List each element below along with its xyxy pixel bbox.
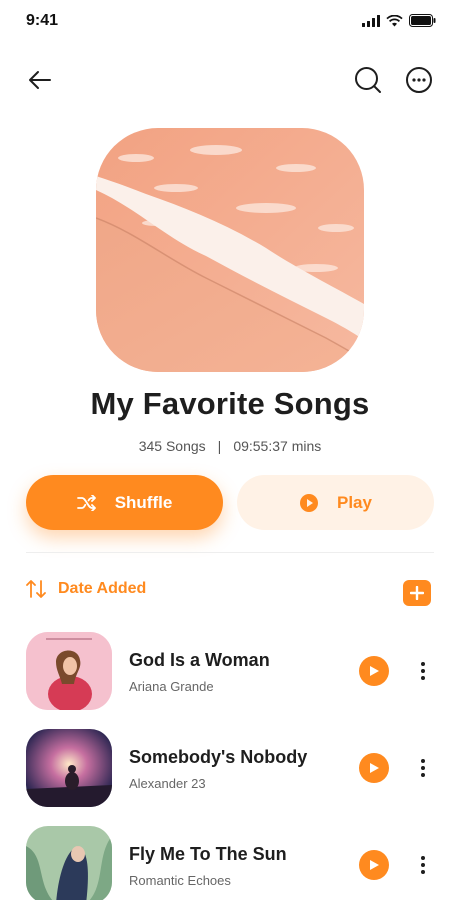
arrow-left-icon (29, 71, 51, 89)
beach-wave-image (96, 128, 364, 372)
song-more-button[interactable] (414, 755, 432, 781)
more-vertical-icon (421, 856, 425, 860)
wifi-icon (386, 14, 403, 26)
play-label: Play (337, 492, 372, 512)
play-icon (370, 666, 379, 676)
song-play-button[interactable] (359, 850, 389, 880)
more-vertical-icon (421, 759, 425, 763)
song-row[interactable]: Somebody's Nobody Alexander 23 (0, 729, 460, 807)
search-button[interactable] (350, 62, 386, 98)
song-count: 345 Songs (138, 438, 206, 454)
song-more-button[interactable] (414, 852, 432, 878)
song-artwork (26, 826, 112, 900)
sort-button[interactable]: Date Added (26, 580, 146, 598)
playlist-cover (96, 128, 364, 372)
song-row[interactable]: God Is a Woman Ariana Grande (0, 632, 460, 710)
song-artwork (26, 632, 112, 710)
signal-icon (362, 14, 380, 27)
song-more-button[interactable] (414, 658, 432, 684)
song-artist: Romantic Echoes (129, 873, 231, 888)
status-bar: 9:41 (0, 0, 460, 44)
more-horizontal-icon (406, 67, 432, 93)
shuffle-icon (76, 494, 96, 511)
divider (26, 552, 434, 553)
more-vertical-icon (421, 662, 425, 666)
play-all-button[interactable]: Play (237, 475, 434, 530)
song-title: Somebody's Nobody (129, 747, 308, 767)
song-row[interactable]: Fly Me To The Sun Romantic Echoes (0, 826, 460, 900)
search-icon (355, 67, 381, 93)
back-button[interactable] (22, 62, 58, 98)
album-art-image (26, 729, 112, 807)
more-button[interactable] (401, 62, 437, 98)
playlist-meta: 345 Songs | 09:55:37 mins (0, 438, 460, 454)
battery-icon (409, 14, 436, 27)
sort-label: Date Added (58, 580, 147, 597)
shuffle-button[interactable]: Shuffle (26, 475, 223, 530)
album-art-image (26, 826, 112, 900)
status-time: 9:41 (26, 12, 59, 29)
song-artwork (26, 729, 112, 807)
playlist-title: My Favorite Songs (90, 386, 370, 421)
song-artist: Ariana Grande (129, 679, 214, 694)
playlist-duration: 09:55:37 mins (233, 438, 322, 454)
shuffle-label: Shuffle (114, 492, 173, 512)
add-song-button[interactable] (403, 580, 431, 606)
song-title: God Is a Woman (129, 650, 270, 670)
plus-icon (410, 586, 424, 600)
play-icon (370, 763, 379, 773)
status-icons (362, 14, 436, 27)
meta-separator: | (217, 438, 222, 454)
album-art-image (26, 632, 112, 710)
song-artist: Alexander 23 (129, 776, 206, 791)
play-icon (370, 860, 379, 870)
song-play-button[interactable] (359, 753, 389, 783)
top-nav (0, 62, 460, 102)
play-circle-icon (300, 493, 318, 512)
song-play-button[interactable] (359, 656, 389, 686)
song-title: Fly Me To The Sun (129, 844, 287, 864)
sort-arrows-icon (26, 580, 46, 598)
